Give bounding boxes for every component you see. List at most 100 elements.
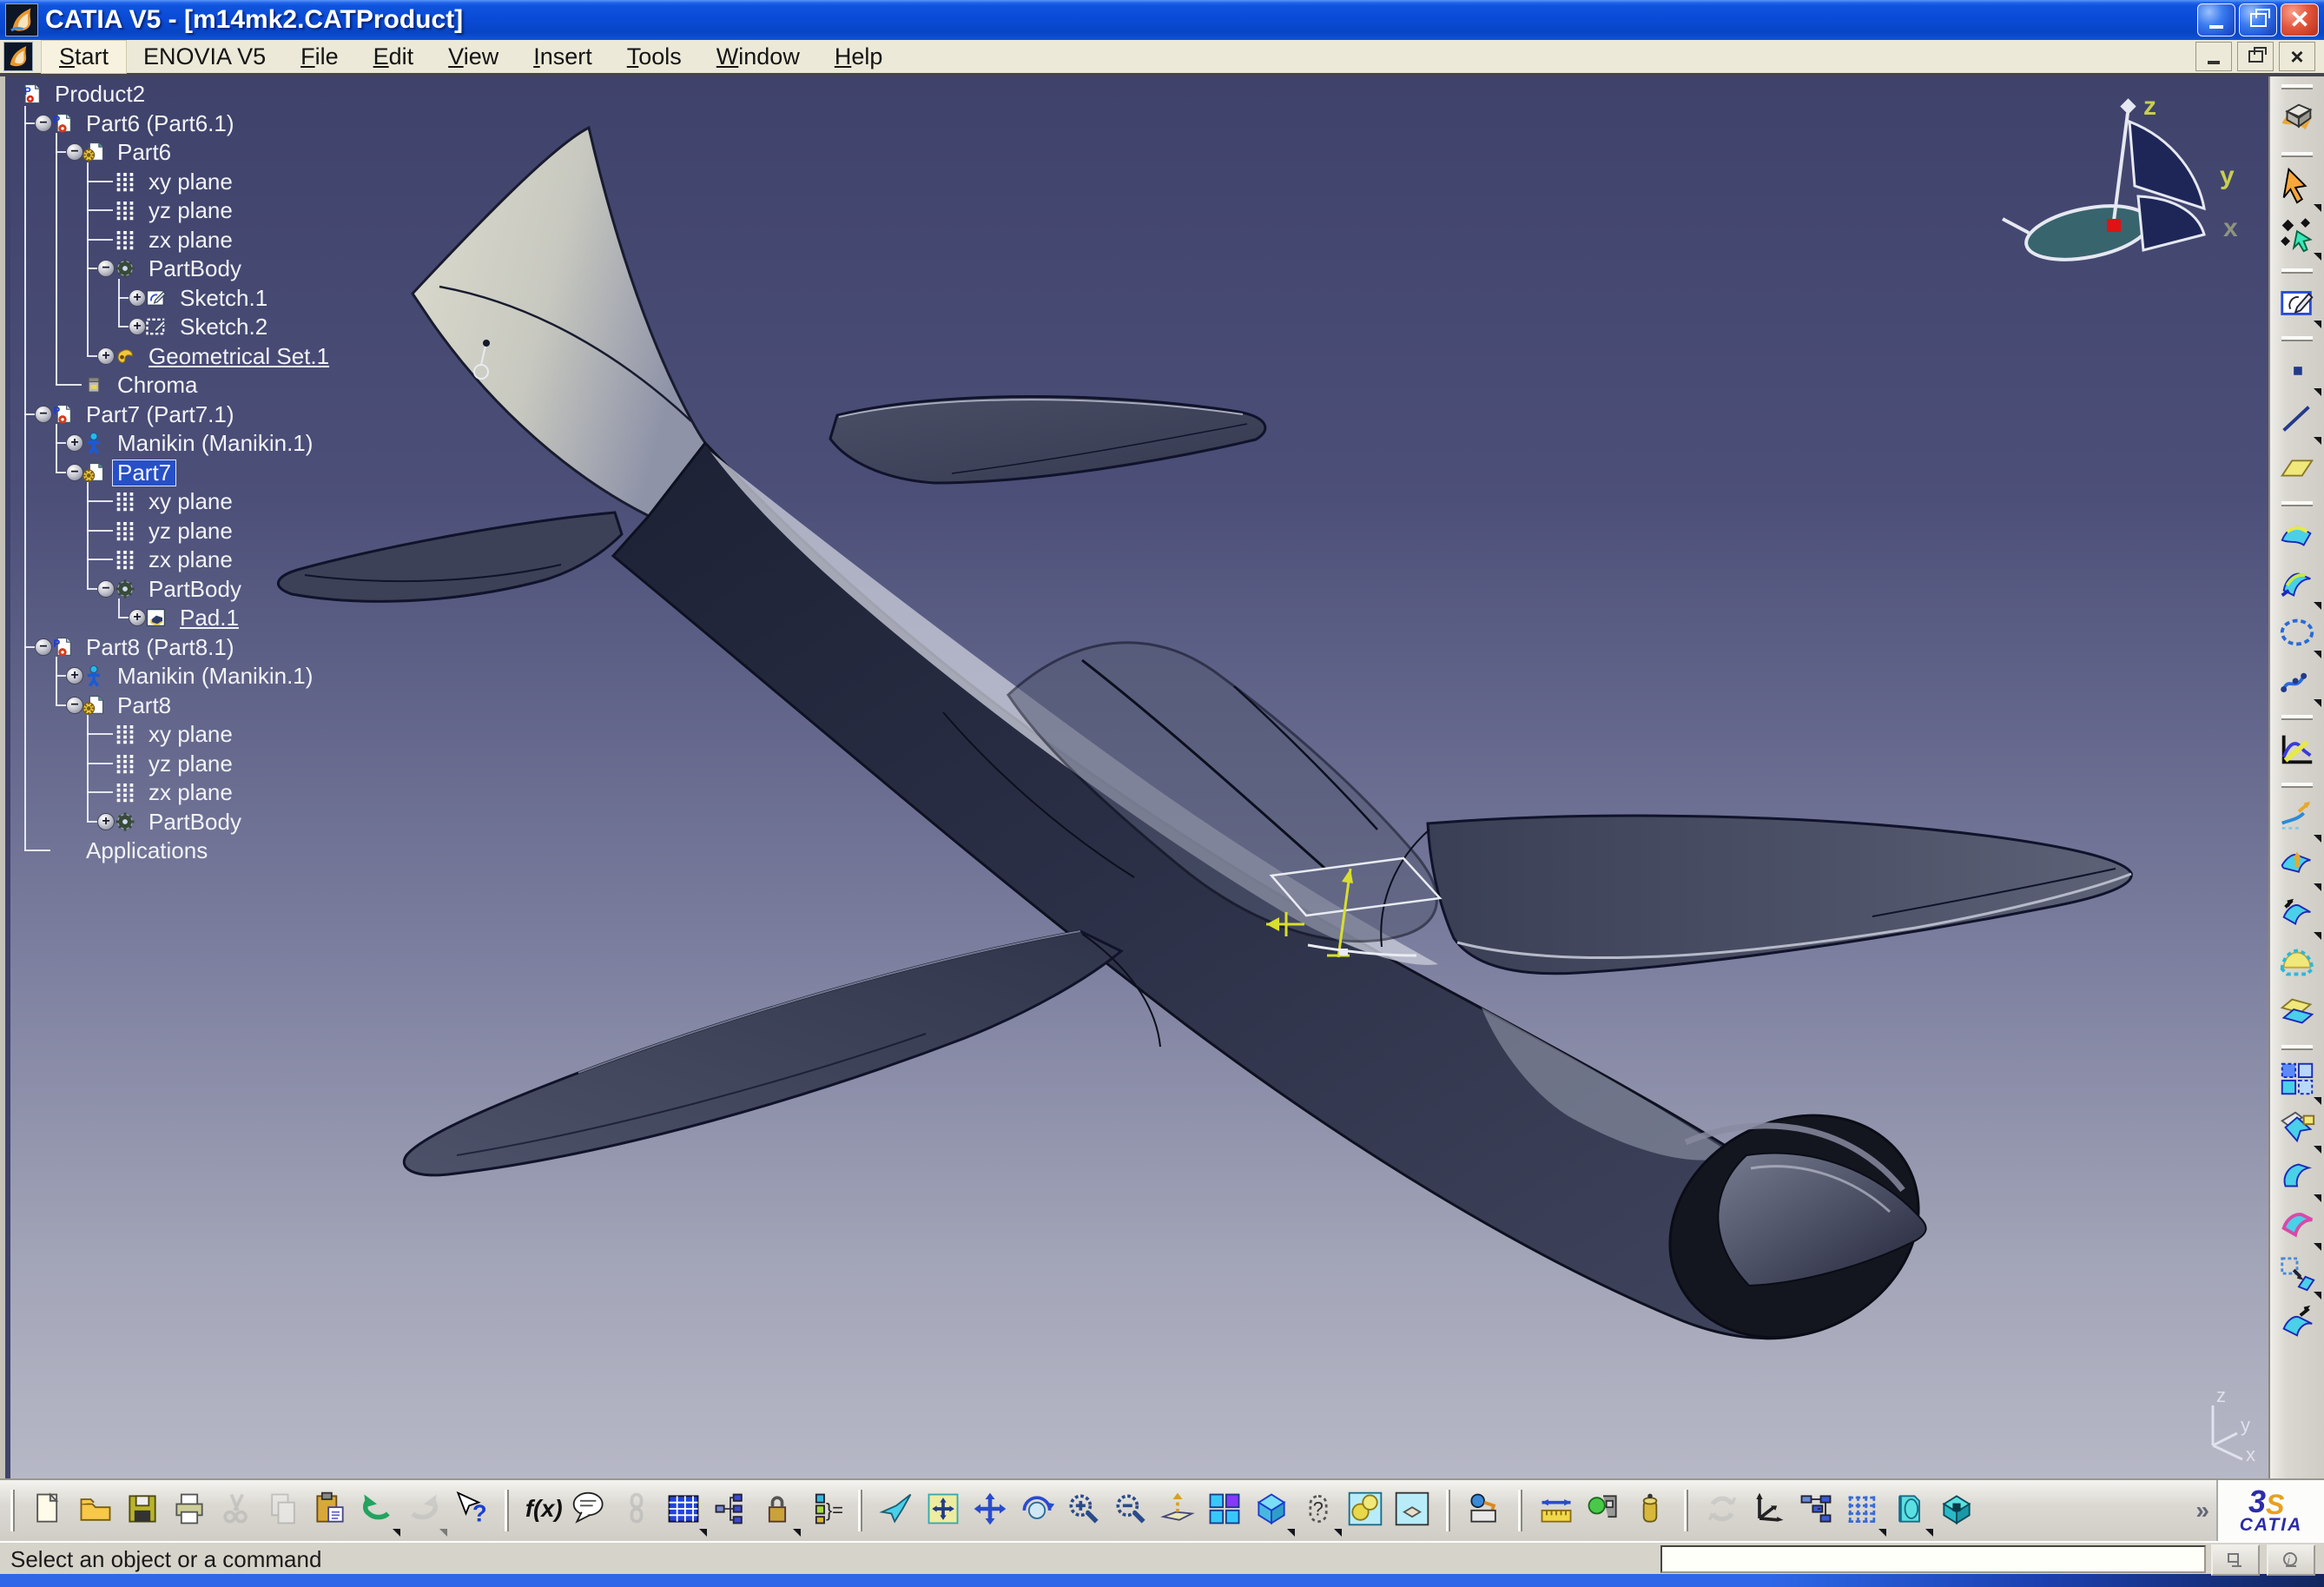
- toolbar-grip[interactable]: [2281, 268, 2313, 274]
- normal-view-button[interactable]: [1154, 1485, 1201, 1537]
- tree-item-yz-plane[interactable]: yz plane: [12, 196, 498, 225]
- dropdown-arrow-icon[interactable]: [2314, 932, 2321, 940]
- dropdown-arrow-icon[interactable]: [1287, 1529, 1295, 1537]
- tree-item-sketch-2[interactable]: +Sketch.2: [12, 313, 498, 341]
- fit-all-in-button[interactable]: [920, 1485, 967, 1537]
- healing-button[interactable]: [2273, 1105, 2321, 1154]
- dropdown-arrow-icon[interactable]: [1878, 1529, 1886, 1537]
- boundary-button[interactable]: [2273, 1202, 2321, 1251]
- dropdown-arrow-icon[interactable]: [2314, 1097, 2321, 1105]
- menu-enovia-v5[interactable]: ENOVIA V5: [126, 41, 283, 73]
- toolbar-grip[interactable]: [1446, 1490, 1450, 1531]
- close-button[interactable]: ✕: [2281, 3, 2319, 36]
- formula-button[interactable]: f(x): [519, 1485, 566, 1537]
- box-3d-button[interactable]: [1933, 1485, 1980, 1537]
- menu-view[interactable]: View: [431, 41, 516, 73]
- tree-expander-plus[interactable]: +: [129, 289, 146, 307]
- toolbar-grip[interactable]: [1518, 1490, 1522, 1531]
- select-button[interactable]: [2273, 163, 2321, 212]
- sketcher-button[interactable]: [2273, 280, 2321, 328]
- dropdown-arrow-icon[interactable]: [2314, 883, 2321, 891]
- catia-app-icon[interactable]: [5, 3, 38, 36]
- isometric-view-button[interactable]: [1248, 1485, 1295, 1537]
- tree-item-yz-plane[interactable]: yz plane: [12, 517, 498, 546]
- menu-tools[interactable]: Tools: [610, 41, 699, 73]
- swap-visible-space-button[interactable]: [1461, 1485, 1508, 1537]
- multi-view-button[interactable]: [1201, 1485, 1248, 1537]
- dropdown-arrow-icon[interactable]: [2314, 602, 2321, 610]
- dropdown-arrow-icon[interactable]: [393, 1529, 400, 1537]
- axis-system-button[interactable]: [1746, 1485, 1793, 1537]
- whats-this-button[interactable]: ?: [447, 1485, 494, 1537]
- toolbar-grip[interactable]: [2281, 336, 2313, 341]
- tree-item-partbody[interactable]: +PartBody: [12, 808, 498, 836]
- lock-button[interactable]: [754, 1485, 801, 1537]
- tree-item-pad-1[interactable]: +Pad.1: [12, 604, 498, 632]
- toolbar-grip[interactable]: [2281, 715, 2313, 720]
- tree-item-manikin-manikin-1[interactable]: +Manikin (Manikin.1): [12, 429, 498, 458]
- menu-insert[interactable]: Insert: [516, 41, 610, 73]
- spline-button[interactable]: [2273, 658, 2321, 707]
- tree-item-part8[interactable]: −Part8: [12, 691, 498, 720]
- dropdown-arrow-icon[interactable]: [1925, 1529, 1933, 1537]
- comment-button[interactable]: [566, 1485, 613, 1537]
- minimize-button[interactable]: [2197, 3, 2235, 36]
- toolbar-overflow-chevron[interactable]: »: [2189, 1497, 2216, 1524]
- compass-origin-dot[interactable]: [2107, 219, 2121, 232]
- zoom-in-button[interactable]: [1060, 1485, 1107, 1537]
- toolbar-grip[interactable]: [2281, 84, 2313, 89]
- toolbar-grip[interactable]: [505, 1490, 509, 1531]
- help-doc-button[interactable]: i: [2267, 1544, 2315, 1576]
- fill-surface-button[interactable]: [2273, 940, 2321, 989]
- dropdown-arrow-icon[interactable]: [2314, 835, 2321, 843]
- minimize-document-button[interactable]: [2195, 42, 2232, 71]
- design-table-button[interactable]: [660, 1485, 707, 1537]
- command-input[interactable]: [1660, 1545, 2206, 1573]
- tree-item-part6-part6-1[interactable]: −PPart6 (Part6.1): [12, 109, 498, 138]
- tree-expander-plus[interactable]: +: [129, 318, 146, 335]
- curve-smooth-button[interactable]: [2273, 1154, 2321, 1202]
- dropdown-arrow-icon[interactable]: [439, 1529, 447, 1537]
- tree-item-part7[interactable]: −Part7: [12, 459, 498, 487]
- tree-item-yz-plane[interactable]: yz plane: [12, 750, 498, 778]
- toolbar-grip[interactable]: [2281, 1045, 2313, 1050]
- tree-item-part7-part7-1[interactable]: −PPart7 (Part7.1): [12, 400, 498, 429]
- extract-button[interactable]: [2273, 1251, 2321, 1299]
- restore-button[interactable]: [2239, 3, 2277, 36]
- tree-item-partbody[interactable]: −PartBody: [12, 575, 498, 604]
- render-style-button[interactable]: [1389, 1485, 1436, 1537]
- menu-help[interactable]: Help: [817, 41, 901, 73]
- tree-item-xy-plane[interactable]: xy plane: [12, 487, 498, 516]
- toolbar-grip[interactable]: [1684, 1490, 1688, 1531]
- dropdown-arrow-icon[interactable]: [2314, 437, 2321, 445]
- tree-item-sketch-1[interactable]: +Sketch.1: [12, 284, 498, 313]
- measure-item-button[interactable]: [1580, 1485, 1627, 1537]
- relations-button[interactable]: [707, 1485, 754, 1537]
- tree-item-zx-plane[interactable]: zx plane: [12, 226, 498, 255]
- dropdown-arrow-icon[interactable]: [2314, 321, 2321, 328]
- menu-edit[interactable]: Edit: [356, 41, 432, 73]
- tree-item-part6[interactable]: −Part6: [12, 138, 498, 167]
- restore-document-button[interactable]: [2237, 42, 2274, 71]
- revolve-surface-button[interactable]: [2273, 561, 2321, 610]
- toolbar-grip[interactable]: [2281, 783, 2313, 788]
- fly-mode-button[interactable]: [873, 1485, 920, 1537]
- zoom-out-button[interactable]: [1107, 1485, 1154, 1537]
- toolbar-grip[interactable]: [858, 1490, 862, 1531]
- save-document-button[interactable]: [119, 1485, 166, 1537]
- menu-window[interactable]: Window: [699, 41, 817, 73]
- tree-expander-plus[interactable]: +: [97, 347, 115, 365]
- toolbar-grip[interactable]: [2281, 501, 2313, 506]
- dropdown-arrow-icon[interactable]: [2314, 1194, 2321, 1202]
- pan-button[interactable]: [967, 1485, 1013, 1537]
- tree-item-xy-plane[interactable]: xy plane: [12, 720, 498, 749]
- circle-button[interactable]: [2273, 610, 2321, 658]
- exchange-3d-button[interactable]: [1886, 1485, 1933, 1537]
- dropdown-arrow-icon[interactable]: [2314, 204, 2321, 212]
- tree-item-applications[interactable]: Applications: [12, 836, 498, 865]
- grid-button[interactable]: [1839, 1485, 1886, 1537]
- tree-expander-minus[interactable]: −: [66, 143, 83, 161]
- paste-button[interactable]: [307, 1485, 353, 1537]
- menu-file[interactable]: File: [283, 41, 356, 73]
- measure-between-button[interactable]: [1533, 1485, 1580, 1537]
